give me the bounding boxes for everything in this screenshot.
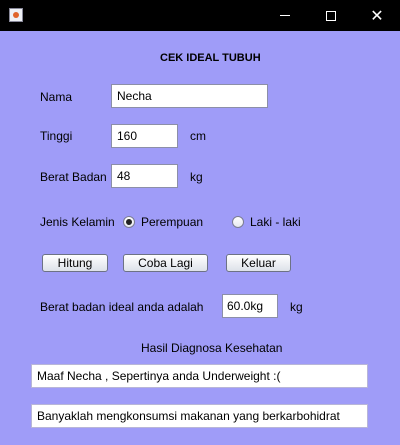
diagnosis-field-2[interactable]: Banyaklah mengkonsumsi makanan yang berk… <box>31 404 368 428</box>
diagnosis-field-1[interactable]: Maaf Necha , Sepertinya anda Underweight… <box>31 364 368 388</box>
ideal-weight-unit: kg <box>290 300 303 314</box>
tinggi-label: Tinggi <box>40 129 73 143</box>
java-app-icon <box>9 8 23 22</box>
maximize-button[interactable] <box>308 0 354 31</box>
hitung-button[interactable]: Hitung <box>42 254 108 272</box>
keluar-button[interactable]: Keluar <box>226 254 291 272</box>
tinggi-unit: cm <box>190 129 206 143</box>
nama-input[interactable]: Necha <box>111 84 268 108</box>
diagnosis-title: Hasil Diagnosa Kesehatan <box>141 341 283 355</box>
ideal-weight-field[interactable]: 60.0kg <box>222 294 278 318</box>
radio-laki-laki-label: Laki - laki <box>250 215 301 229</box>
radio-unselected-icon <box>232 216 244 228</box>
tinggi-input[interactable]: 160 <box>111 124 178 148</box>
form-heading: CEK IDEAL TUBUH <box>160 52 261 64</box>
nama-label: Nama <box>40 90 73 104</box>
app-window: ✕ CEK IDEAL TUBUH Nama Necha Tinggi 160 … <box>0 0 400 445</box>
close-icon: ✕ <box>370 6 384 25</box>
radio-laki-laki[interactable]: Laki - laki <box>232 212 301 232</box>
berat-input[interactable]: 48 <box>111 164 178 188</box>
minimize-icon <box>280 15 290 16</box>
ideal-weight-label: Berat badan ideal anda adalah <box>40 300 204 314</box>
gender-label: Jenis Kelamin <box>40 215 115 229</box>
radio-selected-icon <box>123 216 135 228</box>
berat-unit: kg <box>190 170 203 184</box>
berat-label: Berat Badan <box>40 170 107 184</box>
title-bar: ✕ <box>0 0 400 31</box>
maximize-icon <box>326 10 336 21</box>
minimize-button[interactable] <box>262 0 308 31</box>
coba-lagi-button[interactable]: Coba Lagi <box>123 254 208 272</box>
radio-perempuan-label: Perempuan <box>141 215 204 229</box>
close-button[interactable]: ✕ <box>354 0 400 31</box>
radio-perempuan[interactable]: Perempuan <box>123 212 203 232</box>
